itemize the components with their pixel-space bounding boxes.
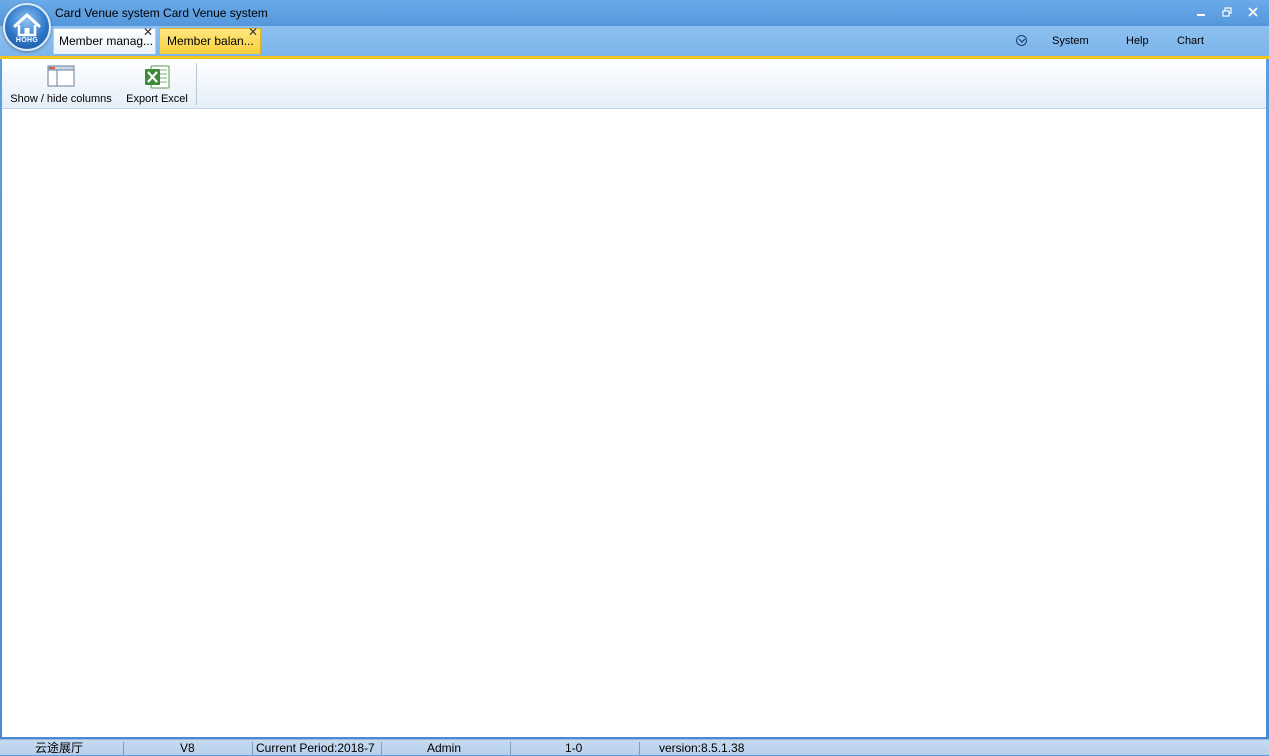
tab-member-balance[interactable]: Member balan... ✕ [159,25,261,54]
close-icon[interactable]: ✕ [248,25,258,39]
status-divider [123,742,124,755]
status-code: 1-0 [565,741,583,755]
close-icon[interactable] [1243,3,1263,21]
window-controls [1191,3,1263,21]
status-divider [510,742,511,755]
columns-icon [47,64,75,91]
toolbar-label: Show / hide columns [10,93,112,105]
show-hide-columns-button[interactable]: Show / hide columns [5,61,117,107]
toolbar-label: Export Excel [126,93,188,105]
status-user: Admin [427,741,462,755]
export-excel-button[interactable]: Export Excel [122,61,192,107]
toolbar-divider [196,63,197,105]
restore-icon[interactable] [1217,3,1237,21]
status-period: Current Period:2018-7 [256,741,375,755]
minimize-icon[interactable] [1191,3,1211,21]
close-icon[interactable]: ✕ [143,25,153,39]
status-bar: 云途展厅 V8 Current Period:2018-7 Admin 1-0 … [0,739,1269,755]
tab-strip: Member manag... ✕ Member balan... ✕ Syst… [0,25,1269,56]
tab-label: Member manag... [59,34,154,48]
app-window: Card Venue system Card Venue system HOHG… [0,0,1269,755]
title-bar: Card Venue system Card Venue system [0,0,1269,26]
tab-label: Member balan... [167,34,254,48]
main-content [2,109,1266,737]
logo-text: HOHG [15,37,39,44]
status-divider [252,742,253,755]
status-version-short: V8 [180,741,195,755]
menu-chart[interactable]: Chart [1177,26,1204,56]
status-divider [639,742,640,755]
status-hall: 云途展厅 [35,741,84,755]
toolbar: Show / hide columns Export Excel [2,59,1266,109]
excel-icon [143,64,171,93]
status-divider [381,742,382,755]
menu-system[interactable]: System [1052,26,1089,56]
chevron-down-icon[interactable] [1016,35,1027,46]
app-logo[interactable]: HOHG [3,3,51,51]
tab-member-management[interactable]: Member manag... ✕ [53,25,156,54]
status-version: version:8.5.1.38 [659,741,745,755]
window-title: Card Venue system Card Venue system [55,6,268,20]
menu-help[interactable]: Help [1126,26,1149,56]
